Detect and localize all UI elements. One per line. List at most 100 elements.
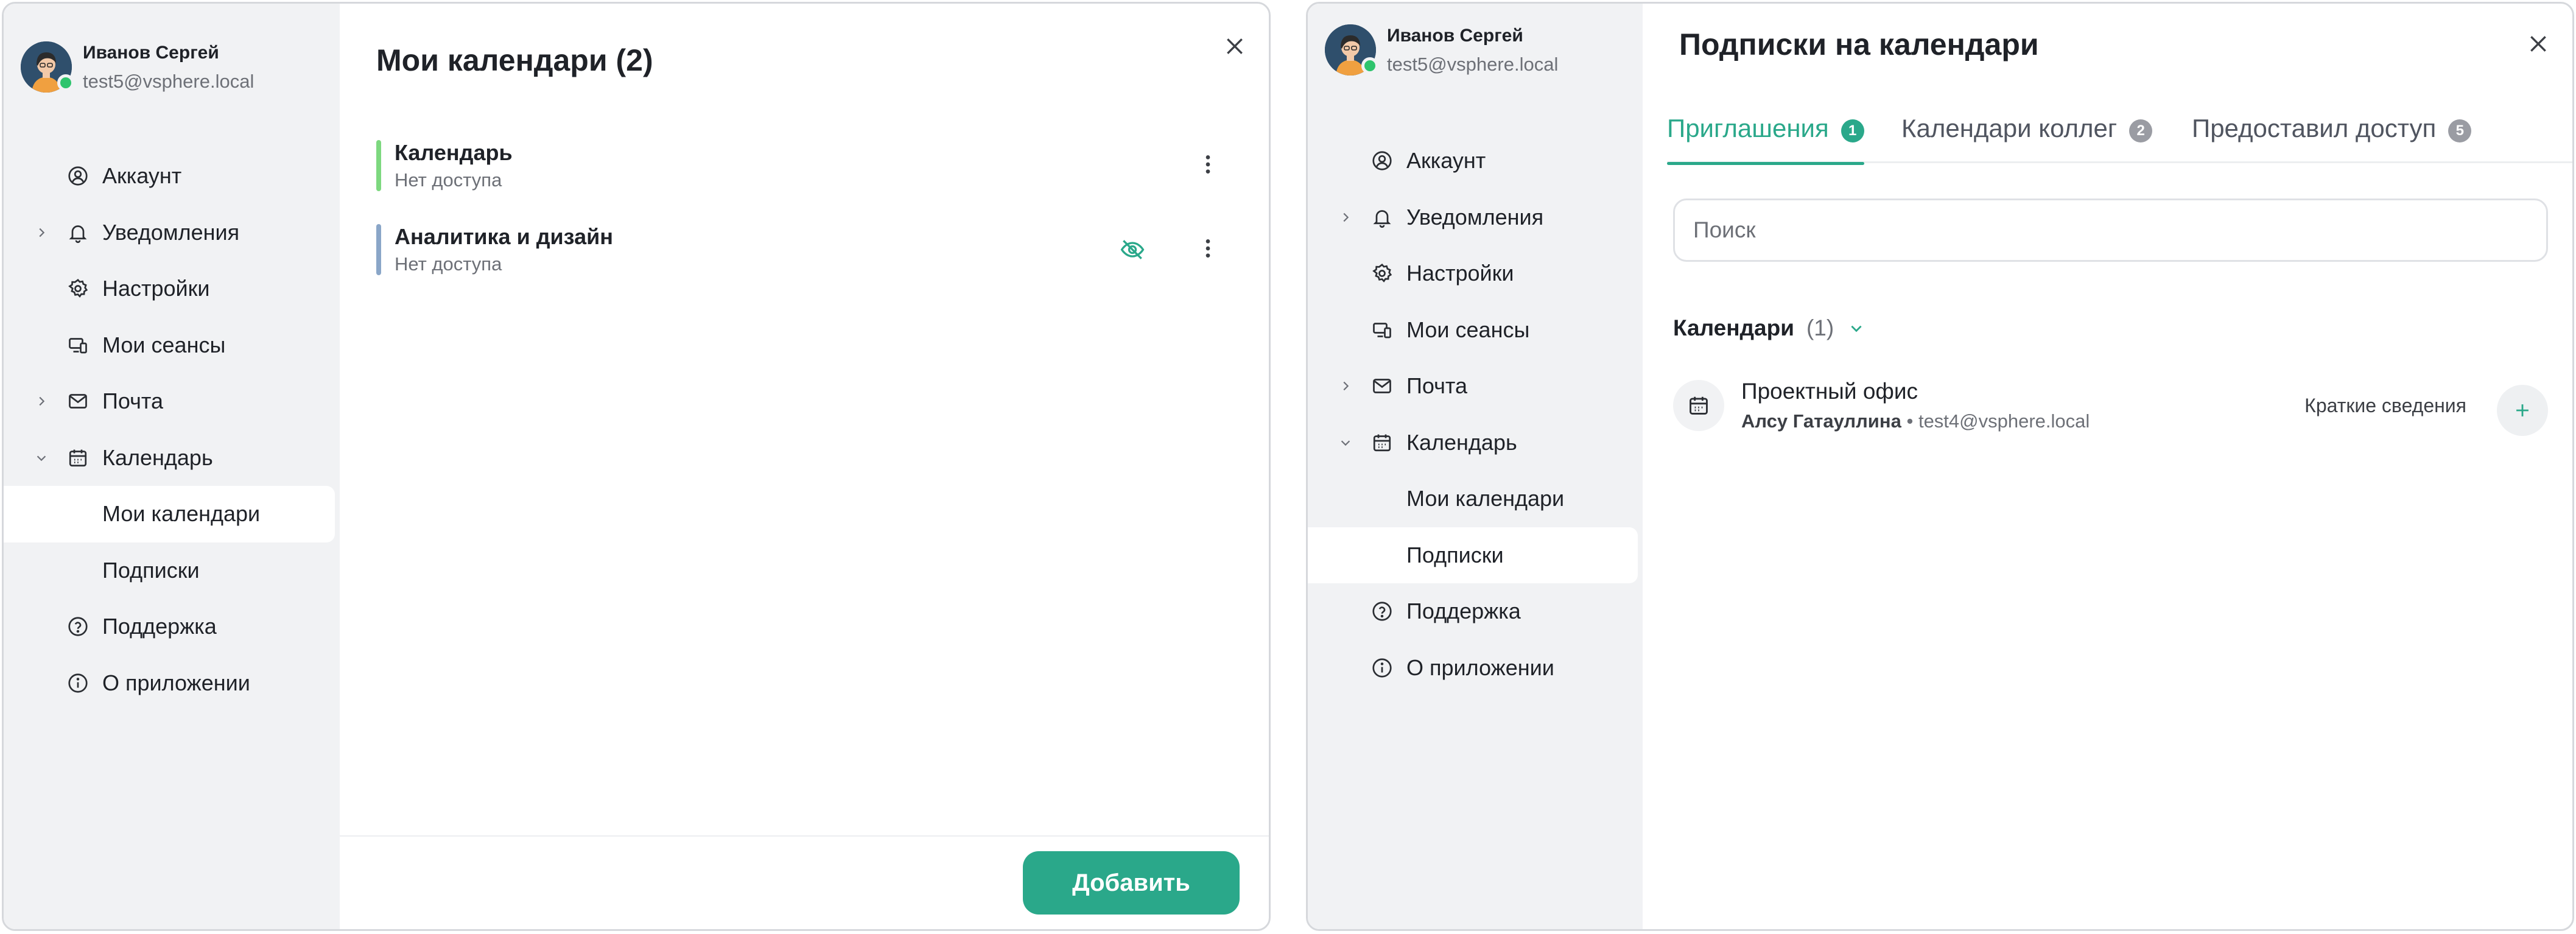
gear-icon — [1370, 261, 1394, 286]
settings-sidebar: Иванов Сергей test5@vsphere.local Аккаун… — [4, 4, 340, 929]
nav-label: Настройки — [1406, 261, 1514, 286]
info-icon — [1370, 656, 1394, 680]
nav-item-about[interactable]: О приложении — [1308, 640, 1643, 697]
nav-item-my-calendars[interactable]: Мои календари — [4, 486, 335, 542]
nav-item-subscriptions[interactable]: Подписки — [4, 542, 340, 599]
tab-label: Календари коллег — [1901, 114, 2118, 142]
profile-email: test5@vsphere.local — [83, 71, 254, 92]
nav-label: Мои сеансы — [1406, 317, 1530, 342]
more-options-button[interactable] — [1196, 236, 1220, 261]
nav-item-sessions[interactable]: Мои сеансы — [4, 317, 340, 374]
my-calendars-window: Иванов Сергей test5@vsphere.local Аккаун… — [2, 2, 1271, 931]
chevron-down-icon — [1847, 319, 1865, 337]
calendar-item[interactable]: Аналитика и дизайн Нет доступа — [376, 224, 1244, 278]
nav-item-sessions[interactable]: Мои сеансы — [1308, 302, 1643, 359]
info-icon — [66, 671, 90, 695]
subscription-item[interactable]: Проектный офис Алсу Гатауллина • test4@v… — [1673, 376, 2548, 443]
nav-label: Мои сеансы — [102, 332, 226, 357]
nav-label: Мои календари — [1406, 486, 1565, 511]
nav-item-mail[interactable]: Почта — [4, 373, 340, 430]
more-options-button[interactable] — [1196, 152, 1220, 177]
settings-nav: Аккаунт Уведомления Настройки Мои сеансы… — [1308, 133, 1643, 696]
owner-separator: • — [1906, 410, 1914, 432]
subscriptions-window: Иванов Сергей test5@vsphere.local Аккаун… — [1306, 2, 2574, 931]
nav-item-about[interactable]: О приложении — [4, 655, 340, 712]
calendars-section-header[interactable]: Календари (1) — [1673, 315, 1865, 341]
calendar-color-bar — [376, 224, 381, 275]
nav-item-account[interactable]: Аккаунт — [4, 148, 340, 205]
page-title: Мои календари (2) — [376, 43, 653, 77]
count-badge: 1 — [1841, 119, 1864, 142]
more-vertical-icon — [1206, 239, 1210, 258]
help-icon — [66, 614, 90, 639]
visibility-toggle[interactable] — [1118, 237, 1147, 262]
tab-label: Приглашения — [1667, 114, 1829, 142]
close-icon — [2530, 36, 2546, 52]
nav-label: О приложении — [102, 670, 250, 695]
nav-item-account[interactable]: Аккаунт — [1308, 133, 1643, 189]
online-status-dot — [57, 74, 74, 91]
nav-label: Аккаунт — [1406, 148, 1486, 174]
subscribe-button[interactable] — [2497, 385, 2548, 436]
close-button[interactable] — [2521, 27, 2555, 61]
profile-name: Иванов Сергей — [83, 43, 219, 63]
nav-item-settings[interactable]: Настройки — [4, 261, 340, 317]
avatar — [21, 41, 74, 93]
nav-item-mail[interactable]: Почта — [1308, 358, 1643, 415]
nav-label: Настройки — [102, 276, 210, 301]
avatar — [1325, 24, 1378, 75]
count-badge: 5 — [2448, 119, 2472, 142]
subscription-owner: Алсу Гатауллина • test4@vsphere.local — [1741, 410, 2090, 432]
nav-label: Календарь — [1406, 429, 1517, 455]
nav-item-support[interactable]: Поддержка — [4, 599, 340, 655]
nav-label: Подписки — [102, 557, 200, 583]
tab-colleague-calendars[interactable]: Календари коллег 2 — [1901, 112, 2153, 163]
calendar-name: Аналитика и дизайн — [395, 224, 613, 249]
plus-icon — [2516, 404, 2529, 416]
profile-email: test5@vsphere.local — [1387, 54, 1559, 75]
calendar-name: Календарь — [395, 140, 513, 165]
profile-name: Иванов Сергей — [1387, 26, 1523, 46]
nav-label: О приложении — [1406, 655, 1554, 680]
chevron-right-icon — [1337, 209, 1354, 226]
nav-item-support[interactable]: Поддержка — [1308, 583, 1643, 640]
mail-icon — [66, 389, 90, 413]
nav-item-calendar[interactable]: Календарь — [1308, 415, 1643, 471]
nav-item-settings[interactable]: Настройки — [1308, 245, 1643, 302]
online-status-dot — [1361, 57, 1378, 74]
nav-item-notifications[interactable]: Уведомления — [4, 205, 340, 261]
search-input[interactable] — [1673, 198, 2548, 262]
settings-sidebar: Иванов Сергей test5@vsphere.local Аккаун… — [1308, 4, 1643, 929]
nav-label: Подписки — [1406, 542, 1504, 567]
nav-label: Почта — [102, 388, 163, 414]
nav-item-calendar[interactable]: Календарь — [4, 430, 340, 486]
calendar-icon — [66, 446, 90, 470]
tab-shared-access[interactable]: Предоставил доступ 5 — [2192, 112, 2472, 163]
nav-item-notifications[interactable]: Уведомления — [1308, 189, 1643, 246]
brief-info-link[interactable]: Краткие сведения — [2304, 395, 2466, 417]
tab-invitations[interactable]: Приглашения 1 — [1667, 112, 1864, 165]
nav-label: Аккаунт — [102, 163, 182, 189]
calendar-icon — [1673, 380, 1724, 431]
owner-email: test4@vsphere.local — [1918, 410, 2090, 432]
nav-item-subscriptions[interactable]: Подписки — [1308, 527, 1638, 583]
subscription-tabs: Приглашения 1 Календари коллег 2 Предост… — [1667, 112, 2572, 165]
calendar-color-bar — [376, 140, 381, 191]
nav-label: Календарь — [102, 444, 213, 470]
eye-off-icon — [1120, 240, 1145, 259]
page-title: Подписки на календари — [1679, 27, 2039, 61]
nav-item-my-calendars[interactable]: Мои календари — [1308, 471, 1643, 527]
calendar-item[interactable]: Календарь Нет доступа — [376, 140, 1244, 194]
chevron-right-icon — [33, 393, 50, 410]
add-calendar-button[interactable]: Добавить — [1023, 851, 1240, 915]
close-button[interactable] — [1218, 29, 1252, 63]
account-icon — [66, 164, 90, 188]
more-vertical-icon — [1206, 155, 1210, 174]
chevron-down-icon — [33, 449, 50, 466]
mail-icon — [1370, 374, 1394, 398]
nav-label: Поддержка — [1406, 599, 1521, 624]
calendar-access: Нет доступа — [395, 169, 502, 191]
nav-label: Мои календари — [102, 501, 261, 527]
subscription-name: Проектный офис — [1741, 379, 1918, 404]
user-profile: Иванов Сергей test5@vsphere.local — [1325, 24, 1558, 78]
